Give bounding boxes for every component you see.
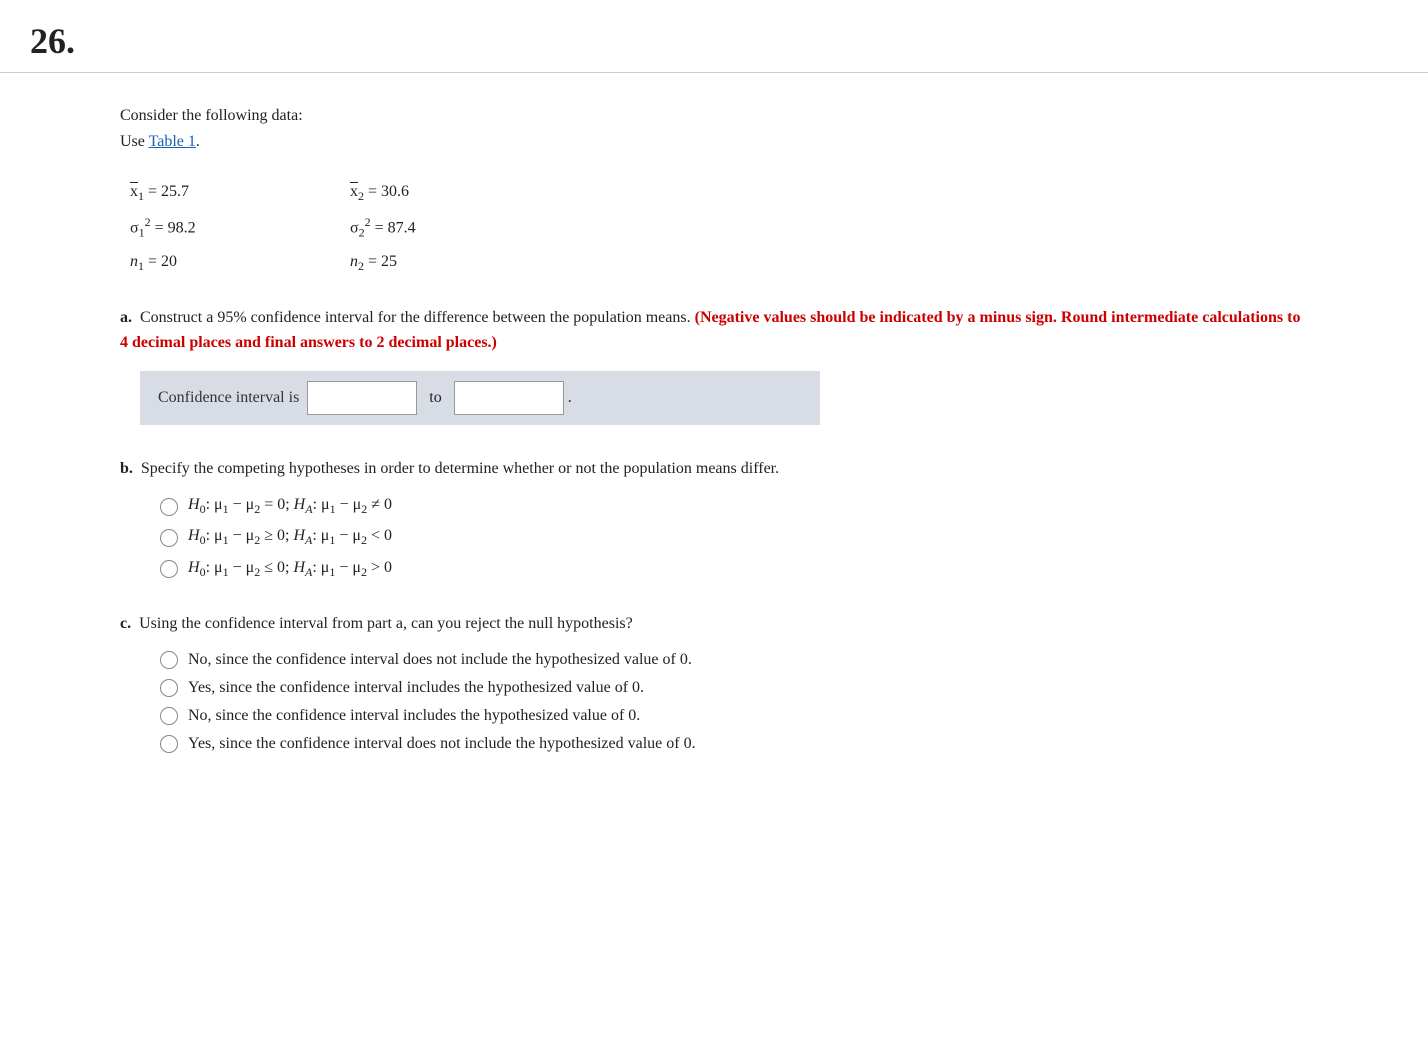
- x2-cell: x2 = 30.6: [350, 178, 570, 208]
- radio-c-label-1: No, since the confidence interval does n…: [188, 651, 692, 669]
- x1-val: = 25.7: [148, 183, 189, 200]
- part-a-text-normal: Construct a 95% confidence interval for …: [140, 309, 691, 326]
- ci-label: Confidence interval is: [158, 389, 299, 407]
- radio-c-option-2[interactable]: Yes, since the confidence interval inclu…: [160, 679, 1308, 697]
- part-c-text: Using the confidence interval from part …: [139, 615, 633, 632]
- radio-b-circle-2[interactable]: [160, 529, 178, 547]
- intro-line2: Use: [120, 133, 149, 150]
- sigma2-cell: σ22 = 87.4: [350, 212, 570, 244]
- x2-val: = 30.6: [368, 183, 409, 200]
- part-a: a. Construct a 95% confidence interval f…: [120, 306, 1308, 426]
- radio-c-option-4[interactable]: Yes, since the confidence interval does …: [160, 735, 1308, 753]
- radio-c-circle-4[interactable]: [160, 735, 178, 753]
- n1-val: = 20: [148, 253, 177, 270]
- ci-input-lower[interactable]: [307, 381, 417, 415]
- ci-input-upper[interactable]: [454, 381, 564, 415]
- part-c: c. Using the confidence interval from pa…: [120, 612, 1308, 753]
- intro-line1: Consider the following data:: [120, 107, 303, 124]
- radio-b-label-3: H0: μ1 − μ2 ≤ 0; HA: μ1 − μ2 > 0: [188, 559, 392, 580]
- radio-c-circle-2[interactable]: [160, 679, 178, 697]
- part-b-label: b.: [120, 460, 133, 477]
- content-area: Consider the following data: Use Table 1…: [0, 73, 1428, 825]
- x2-label: x: [350, 183, 358, 200]
- radio-b-circle-1[interactable]: [160, 498, 178, 516]
- radio-c-label-3: No, since the confidence interval includ…: [188, 707, 640, 725]
- intro-text: Consider the following data: Use Table 1…: [120, 103, 1308, 154]
- question-number: 26.: [30, 21, 75, 61]
- data-grid: x1 = 25.7 x2 = 30.6 σ12 = 98.2 σ22 = 87.…: [130, 178, 1308, 278]
- table1-link[interactable]: Table 1: [149, 133, 196, 150]
- radio-c-circle-3[interactable]: [160, 707, 178, 725]
- part-b-text: Specify the competing hypotheses in orde…: [141, 460, 779, 477]
- radio-c-circle-1[interactable]: [160, 651, 178, 669]
- confidence-interval-row: Confidence interval is to .: [140, 371, 820, 425]
- radio-c-option-3[interactable]: No, since the confidence interval includ…: [160, 707, 1308, 725]
- radio-c-label-4: Yes, since the confidence interval does …: [188, 735, 696, 753]
- part-b-radio-group: H0: μ1 − μ2 = 0; HA: μ1 − μ2 ≠ 0 H0: μ1 …: [160, 496, 1308, 580]
- part-b: b. Specify the competing hypotheses in o…: [120, 457, 1308, 579]
- radio-b-label-1: H0: μ1 − μ2 = 0; HA: μ1 − μ2 ≠ 0: [188, 496, 392, 517]
- ci-to: to: [429, 389, 441, 407]
- part-b-header: b. Specify the competing hypotheses in o…: [120, 457, 1308, 482]
- radio-b-option-2[interactable]: H0: μ1 − μ2 ≥ 0; HA: μ1 − μ2 < 0: [160, 527, 1308, 548]
- radio-b-option-3[interactable]: H0: μ1 − μ2 ≤ 0; HA: μ1 − μ2 > 0: [160, 559, 1308, 580]
- radio-c-option-1[interactable]: No, since the confidence interval does n…: [160, 651, 1308, 669]
- x1-label: x: [130, 183, 138, 200]
- sigma2-val: = 87.4: [375, 219, 416, 236]
- part-c-label: c.: [120, 615, 131, 632]
- part-a-header: a. Construct a 95% confidence interval f…: [120, 306, 1308, 356]
- n1-cell: n1 = 20: [130, 248, 350, 278]
- x2-sub: 2: [358, 189, 364, 203]
- radio-b-option-1[interactable]: H0: μ1 − μ2 = 0; HA: μ1 − μ2 ≠ 0: [160, 496, 1308, 517]
- radio-c-label-2: Yes, since the confidence interval inclu…: [188, 679, 644, 697]
- n2-val: = 25: [368, 253, 397, 270]
- n2-cell: n2 = 25: [350, 248, 570, 278]
- x1-cell: x1 = 25.7: [130, 178, 350, 208]
- part-c-header: c. Using the confidence interval from pa…: [120, 612, 1308, 637]
- sigma1-cell: σ12 = 98.2: [130, 212, 350, 244]
- radio-b-circle-3[interactable]: [160, 560, 178, 578]
- radio-b-label-2: H0: μ1 − μ2 ≥ 0; HA: μ1 − μ2 < 0: [188, 527, 392, 548]
- part-a-label: a.: [120, 309, 132, 326]
- ci-period: .: [568, 389, 572, 407]
- part-c-radio-group: No, since the confidence interval does n…: [160, 651, 1308, 753]
- x1-sub: 1: [138, 189, 144, 203]
- sigma1-val: = 98.2: [155, 219, 196, 236]
- page-header: 26.: [0, 0, 1428, 73]
